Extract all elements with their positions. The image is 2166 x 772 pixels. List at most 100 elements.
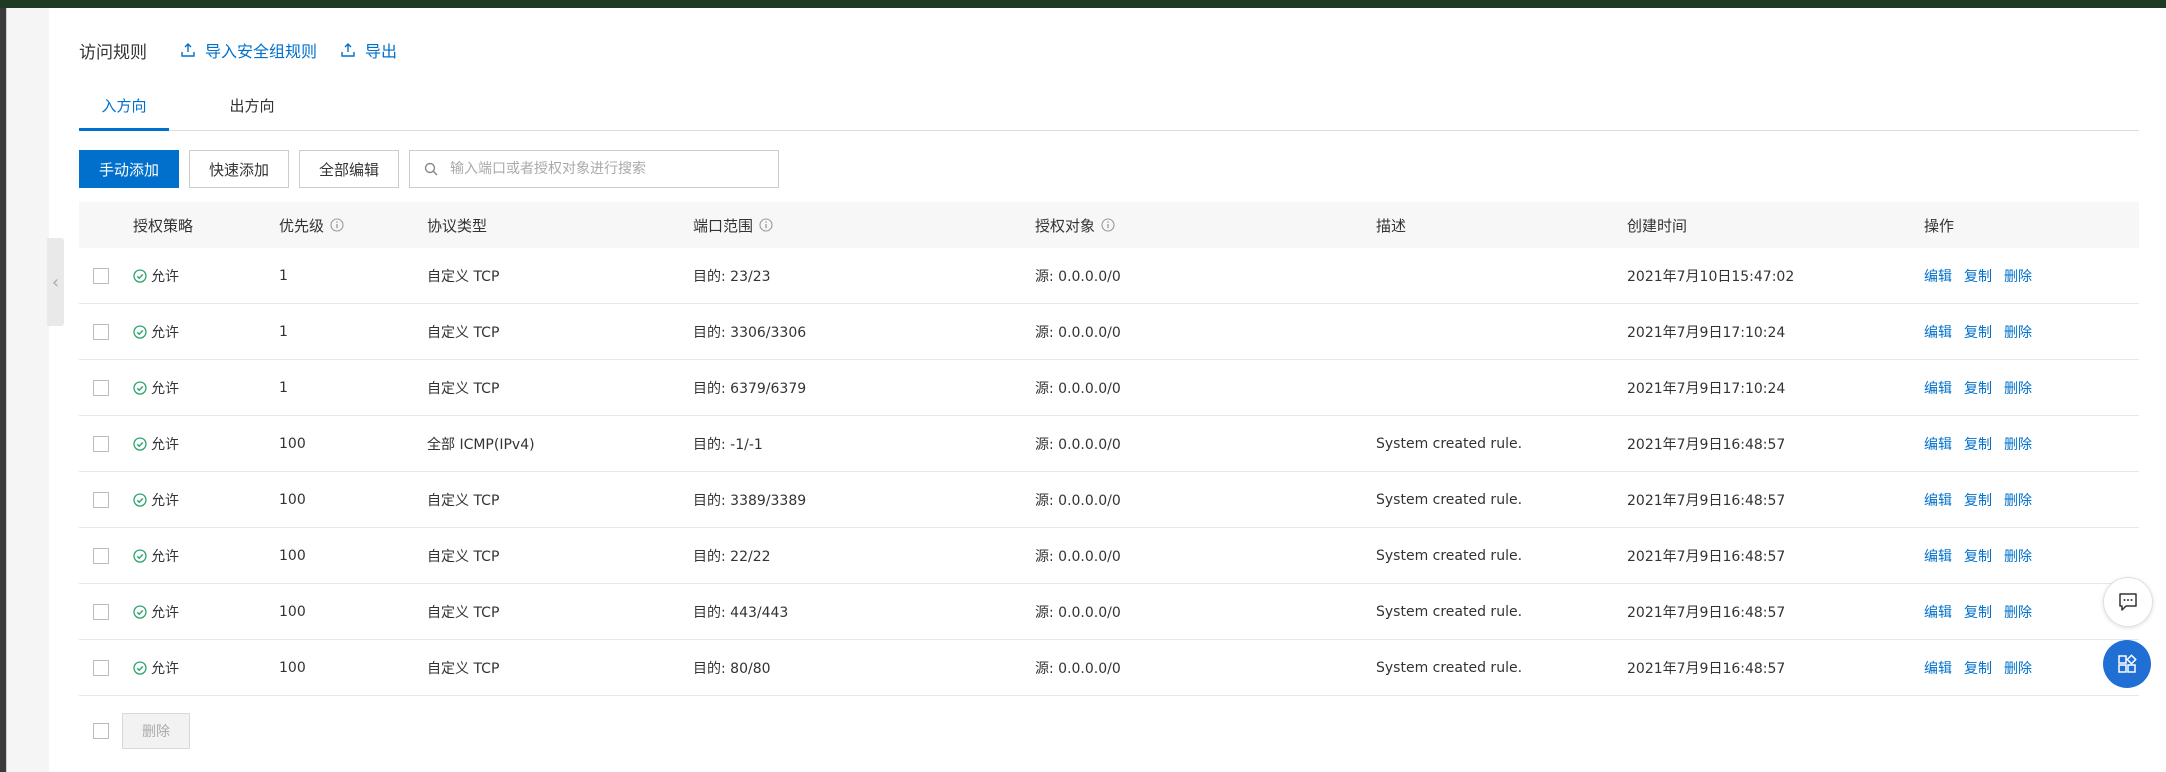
policy-label: 允许 bbox=[151, 268, 179, 285]
port-range-cell: 目的: 3306/3306 bbox=[693, 324, 807, 341]
column-header-protocol: 协议类型 bbox=[427, 216, 488, 235]
row-checkbox[interactable] bbox=[93, 603, 109, 620]
edit-link[interactable]: 编辑 bbox=[1924, 658, 1952, 678]
copy-link[interactable]: 复制 bbox=[1964, 322, 1992, 342]
row-checkbox[interactable] bbox=[93, 659, 109, 676]
tab-inbound[interactable]: 入方向 bbox=[79, 82, 169, 131]
actions-cell: 编辑 复制 删除 bbox=[1924, 248, 2044, 303]
column-header-description: 描述 bbox=[1376, 216, 1407, 235]
priority-cell: 1 bbox=[279, 267, 288, 284]
created-time-cell: 2021年7月9日16:48:57 bbox=[1627, 660, 1786, 677]
delete-link[interactable]: 删除 bbox=[2004, 658, 2032, 678]
protocol-cell: 自定义 TCP bbox=[427, 604, 500, 621]
check-circle-icon bbox=[133, 660, 147, 675]
row-checkbox[interactable] bbox=[93, 379, 109, 396]
edit-link[interactable]: 编辑 bbox=[1924, 266, 1952, 286]
copy-link[interactable]: 复制 bbox=[1964, 658, 1992, 678]
policy-label: 允许 bbox=[151, 380, 179, 397]
copy-link[interactable]: 复制 bbox=[1964, 490, 1992, 510]
table-row: 允许 1 自定义 TCP 目的: 23/23 源: 0.0.0.0/0 2021年7月10… bbox=[79, 248, 2139, 304]
port-range-cell: 目的: -1/-1 bbox=[693, 436, 763, 453]
search-input[interactable] bbox=[448, 160, 772, 178]
row-checkbox[interactable] bbox=[93, 323, 109, 340]
policy-cell: 允许 bbox=[133, 248, 179, 303]
manual-add-button[interactable]: 手动添加 bbox=[79, 150, 179, 188]
created-time-cell: 2021年7月9日17:10:24 bbox=[1627, 380, 1786, 397]
row-checkbox-cell bbox=[93, 304, 109, 359]
info-icon[interactable] bbox=[759, 218, 773, 232]
info-icon[interactable] bbox=[330, 218, 344, 232]
policy-cell: 允许 bbox=[133, 584, 179, 639]
description-cell: System created rule. bbox=[1376, 491, 1523, 508]
column-header-priority-label: 优先级 bbox=[279, 216, 325, 235]
copy-link[interactable]: 复制 bbox=[1964, 378, 1992, 398]
port-range-cell: 目的: 80/80 bbox=[693, 660, 771, 677]
auth-object-cell: 源: 0.0.0.0/0 bbox=[1035, 268, 1121, 285]
created-time-cell: 2021年7月9日16:48:57 bbox=[1627, 492, 1786, 509]
policy-cell: 允许 bbox=[133, 416, 179, 471]
table-row: 允许 100 自定义 TCP 目的: 80/80 源: 0.0.0.0/0 System … bbox=[79, 640, 2139, 696]
column-header-created-time: 创建时间 bbox=[1627, 216, 1688, 235]
export-label: 导出 bbox=[365, 42, 398, 61]
table-header: 授权策略 优先级 协议类型 端口范围 授权对象 描述 创建时间 操作 bbox=[79, 202, 2139, 248]
row-checkbox-cell bbox=[93, 584, 109, 639]
feedback-chat-button[interactable] bbox=[2103, 577, 2153, 627]
row-checkbox[interactable] bbox=[93, 491, 109, 508]
check-circle-icon bbox=[133, 324, 147, 339]
import-rules-button[interactable]: 导入安全组规则 bbox=[181, 38, 317, 62]
edit-link[interactable]: 编辑 bbox=[1924, 434, 1952, 454]
info-icon[interactable] bbox=[1101, 218, 1115, 232]
port-range-cell: 目的: 443/443 bbox=[693, 604, 789, 621]
auth-object-cell: 源: 0.0.0.0/0 bbox=[1035, 660, 1121, 677]
edit-link[interactable]: 编辑 bbox=[1924, 546, 1952, 566]
copy-link[interactable]: 复制 bbox=[1964, 546, 1992, 566]
row-checkbox[interactable] bbox=[93, 547, 109, 564]
edit-link[interactable]: 编辑 bbox=[1924, 490, 1952, 510]
policy-label: 允许 bbox=[151, 660, 179, 677]
policy-label: 允许 bbox=[151, 324, 179, 341]
auth-object-cell: 源: 0.0.0.0/0 bbox=[1035, 604, 1121, 621]
row-checkbox[interactable] bbox=[93, 435, 109, 452]
table-row: 允许 100 自定义 TCP 目的: 22/22 源: 0.0.0.0/0 System … bbox=[79, 528, 2139, 584]
edit-link[interactable]: 编辑 bbox=[1924, 602, 1952, 622]
select-all-checkbox[interactable] bbox=[93, 723, 109, 739]
delete-link[interactable]: 删除 bbox=[2004, 546, 2032, 566]
column-header-object: 授权对象 bbox=[1035, 202, 1115, 248]
chevron-left-icon: ‹ bbox=[51, 271, 60, 293]
delete-link[interactable]: 删除 bbox=[2004, 490, 2032, 510]
table-body: 允许 1 自定义 TCP 目的: 23/23 源: 0.0.0.0/0 2021年7月10… bbox=[79, 248, 2139, 696]
check-circle-icon bbox=[133, 380, 147, 395]
quick-add-button[interactable]: 快速添加 bbox=[189, 150, 289, 188]
import-rules-label: 导入安全组规则 bbox=[205, 42, 318, 61]
delete-link[interactable]: 删除 bbox=[2004, 266, 2032, 286]
policy-label: 允许 bbox=[151, 436, 179, 453]
column-header-object-label: 授权对象 bbox=[1035, 216, 1096, 235]
copy-link[interactable]: 复制 bbox=[1964, 434, 1992, 454]
delete-link[interactable]: 删除 bbox=[2004, 434, 2032, 454]
table-row: 允许 100 全部 ICMP(IPv4) 目的: -1/-1 源: 0.0.0.0/0 S… bbox=[79, 416, 2139, 472]
delete-link[interactable]: 删除 bbox=[2004, 602, 2032, 622]
policy-cell: 允许 bbox=[133, 360, 179, 415]
edit-all-button[interactable]: 全部编辑 bbox=[299, 150, 399, 188]
app-grid-button[interactable] bbox=[2103, 640, 2151, 688]
check-circle-icon bbox=[133, 548, 147, 563]
search-icon bbox=[424, 162, 438, 176]
actions-cell: 编辑 复制 删除 bbox=[1924, 304, 2044, 359]
export-button[interactable]: 导出 bbox=[341, 38, 397, 62]
row-checkbox[interactable] bbox=[93, 267, 109, 284]
edit-link[interactable]: 编辑 bbox=[1924, 322, 1952, 342]
policy-label: 允许 bbox=[151, 604, 179, 621]
delete-link[interactable]: 删除 bbox=[2004, 322, 2032, 342]
table-row: 允许 100 自定义 TCP 目的: 3389/3389 源: 0.0.0.0/0 Sys… bbox=[79, 472, 2139, 528]
auth-object-cell: 源: 0.0.0.0/0 bbox=[1035, 436, 1121, 453]
edit-link[interactable]: 编辑 bbox=[1924, 378, 1952, 398]
sidebar-collapse-handle[interactable]: ‹ bbox=[47, 238, 64, 326]
copy-link[interactable]: 复制 bbox=[1964, 266, 1992, 286]
description-cell: System created rule. bbox=[1376, 435, 1523, 452]
copy-link[interactable]: 复制 bbox=[1964, 602, 1992, 622]
tab-outbound[interactable]: 出方向 bbox=[207, 82, 297, 128]
created-time-cell: 2021年7月9日16:48:57 bbox=[1627, 436, 1786, 453]
port-range-cell: 目的: 23/23 bbox=[693, 268, 771, 285]
auth-object-cell: 源: 0.0.0.0/0 bbox=[1035, 324, 1121, 341]
delete-link[interactable]: 删除 bbox=[2004, 378, 2032, 398]
